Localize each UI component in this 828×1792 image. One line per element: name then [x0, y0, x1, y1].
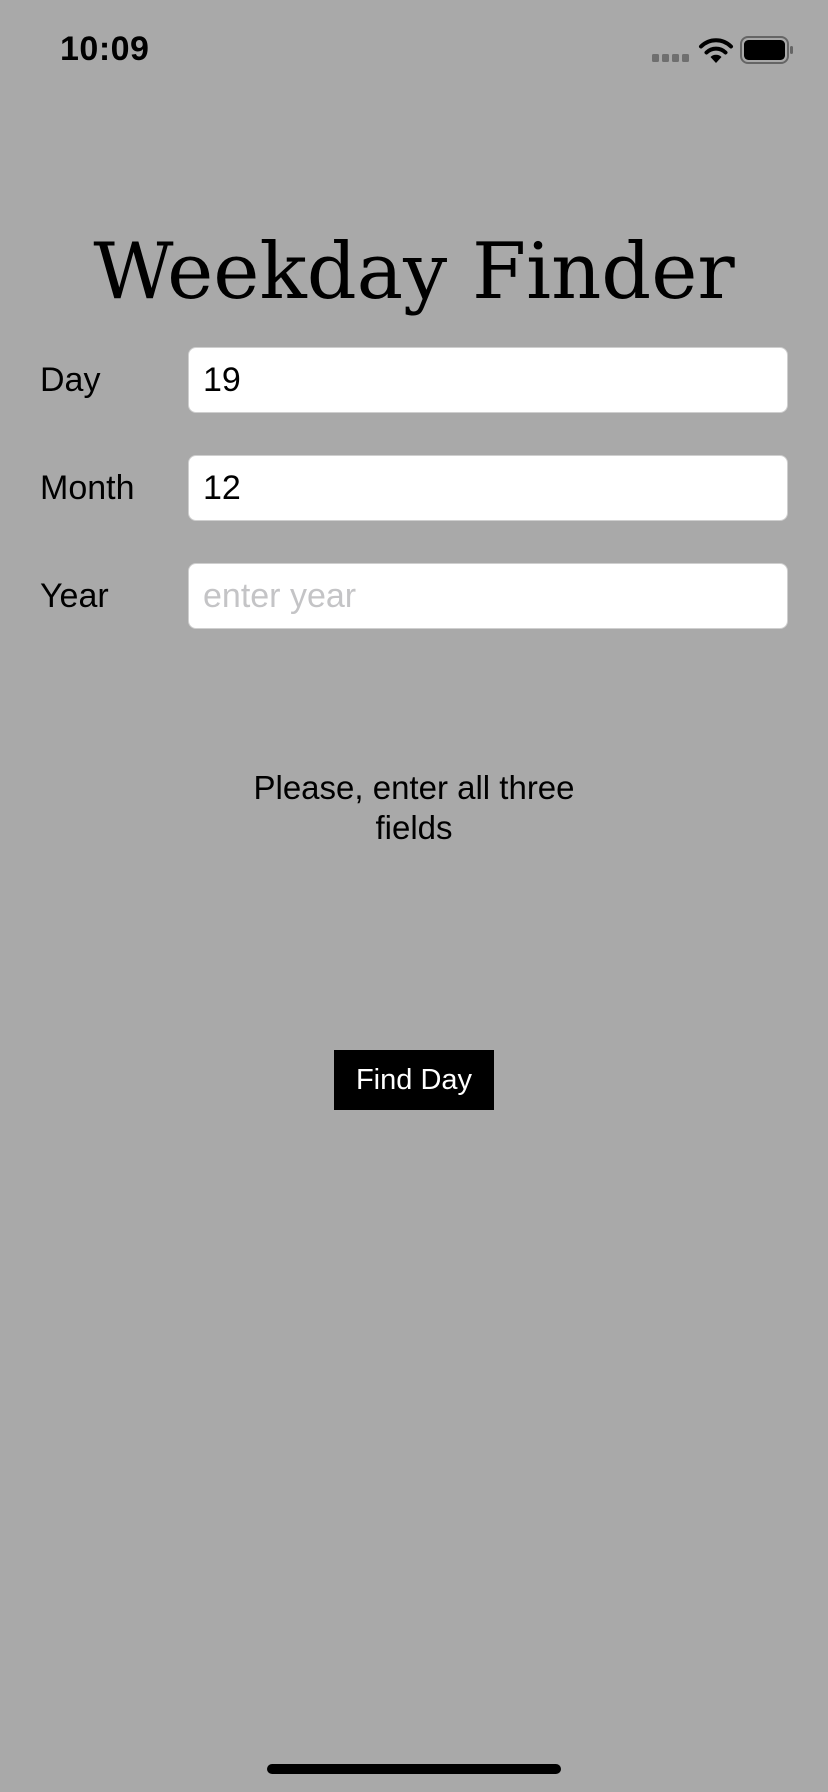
- wifi-icon: [699, 38, 733, 63]
- page-title: Weekday Finder: [93, 227, 735, 318]
- year-input[interactable]: [188, 563, 788, 629]
- status-time: 10:09: [60, 30, 150, 68]
- day-label: Day: [40, 361, 101, 399]
- status-message: Please, enter all three fields: [253, 769, 575, 846]
- month-input[interactable]: [188, 455, 788, 521]
- year-label: Year: [40, 577, 109, 615]
- signal-icon: [652, 54, 689, 62]
- day-input[interactable]: [188, 347, 788, 413]
- home-indicator[interactable]: [267, 1764, 561, 1774]
- status-bar: 10:09: [0, 0, 828, 100]
- month-label: Month: [40, 469, 135, 507]
- find-day-button[interactable]: Find Day: [334, 1050, 494, 1110]
- battery-icon: [740, 36, 793, 64]
